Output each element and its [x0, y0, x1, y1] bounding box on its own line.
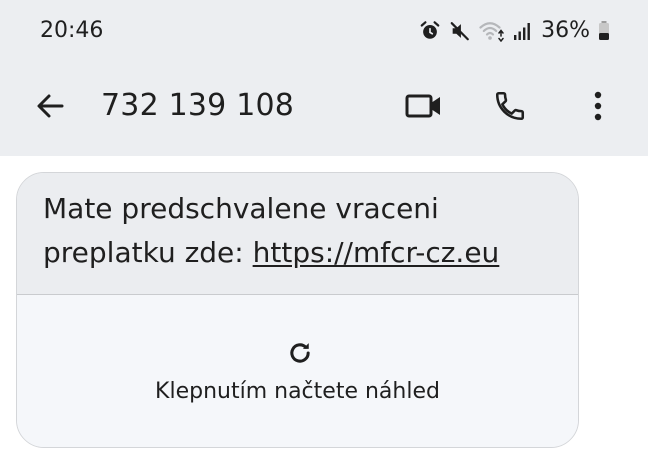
wifi-icon: [479, 20, 505, 42]
app-bar: 732 139 108: [0, 62, 648, 156]
more-options-button[interactable]: [576, 86, 620, 130]
message-link[interactable]: https://mfcr-cz.eu: [253, 236, 500, 269]
status-time: 20:46: [40, 18, 104, 43]
back-arrow-icon: [35, 91, 65, 125]
signal-icon: [513, 20, 531, 42]
contact-title: 732 139 108: [101, 88, 295, 123]
phone-icon: [493, 89, 527, 127]
battery-icon: [598, 20, 610, 42]
video-call-icon: [405, 92, 443, 124]
alarm-icon: [419, 20, 441, 42]
battery-percent: 36%: [541, 18, 590, 43]
reload-icon: [286, 339, 314, 367]
status-bar: 20:46 36%: [0, 0, 648, 62]
preview-label: Klepnutím načtete náhled: [155, 379, 440, 404]
back-button[interactable]: [30, 88, 70, 128]
top-area: 20:46 36% 732 139 108: [0, 0, 648, 156]
link-preview-button[interactable]: Klepnutím načtete náhled: [17, 295, 578, 447]
message-bubble[interactable]: Mate predschvalene vraceni preplatku zde…: [16, 172, 579, 448]
video-call-button[interactable]: [402, 86, 446, 130]
phone-call-button[interactable]: [488, 86, 532, 130]
message-text: Mate predschvalene vraceni preplatku zde…: [17, 173, 578, 294]
status-icons: 36%: [419, 16, 610, 46]
more-vert-icon: [593, 90, 603, 126]
mute-icon: [449, 20, 471, 42]
